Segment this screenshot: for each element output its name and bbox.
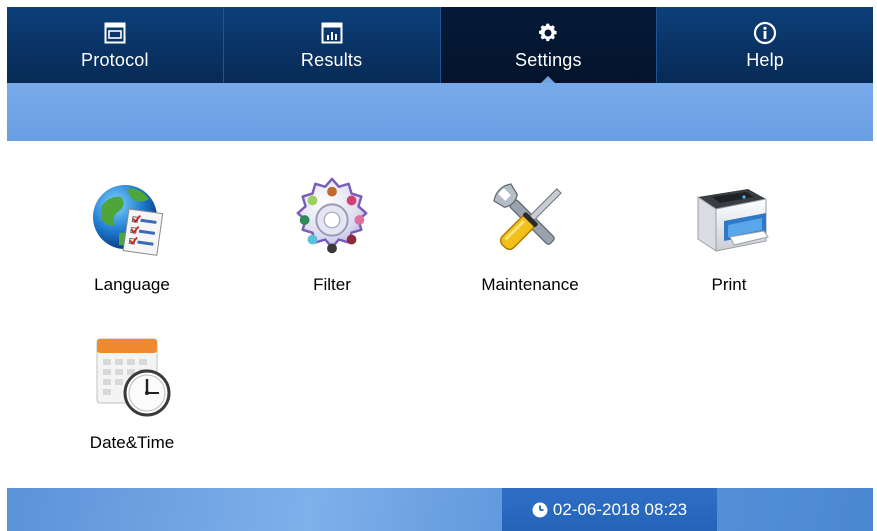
datetime-text: 02-06-2018 08:23	[552, 499, 688, 519]
main-tab-bar: Protocol Results Settings Help	[7, 7, 873, 84]
clock-icon	[532, 502, 548, 518]
printer-icon	[684, 175, 774, 265]
tab-protocol-label: Protocol	[81, 50, 149, 70]
results-icon	[319, 20, 345, 46]
print-label: Print	[711, 275, 747, 294]
sub-header-bar	[7, 83, 873, 141]
date-time-button[interactable]: Date&Time	[42, 333, 222, 473]
language-button[interactable]: Language	[42, 175, 222, 315]
filter-button[interactable]: Filter	[242, 175, 422, 315]
tab-settings[interactable]: Settings	[440, 7, 658, 84]
calendar-clock-icon	[87, 333, 177, 423]
print-button[interactable]: Print	[639, 175, 819, 315]
maintenance-label: Maintenance	[481, 275, 579, 294]
language-label: Language	[94, 275, 170, 294]
globe-checklist-icon	[87, 175, 177, 265]
tab-help[interactable]: Help	[657, 7, 873, 83]
tab-protocol[interactable]: Protocol	[7, 7, 224, 83]
maintenance-button[interactable]: Maintenance	[440, 175, 620, 315]
protocol-icon	[102, 20, 128, 46]
datetime-display: 02-06-2018 08:23	[502, 488, 717, 531]
status-bar: 02-06-2018 08:23	[7, 488, 873, 531]
filter-label: Filter	[313, 275, 351, 294]
filter-wheel-icon	[287, 175, 377, 265]
info-icon	[752, 20, 778, 46]
gear-icon	[535, 20, 561, 46]
tab-results-label: Results	[300, 50, 363, 70]
tab-settings-label: Settings	[515, 50, 582, 70]
date-time-label: Date&Time	[89, 433, 175, 452]
wrench-screwdriver-icon	[485, 175, 575, 265]
tab-results[interactable]: Results	[224, 7, 441, 83]
tab-help-label: Help	[746, 50, 785, 70]
